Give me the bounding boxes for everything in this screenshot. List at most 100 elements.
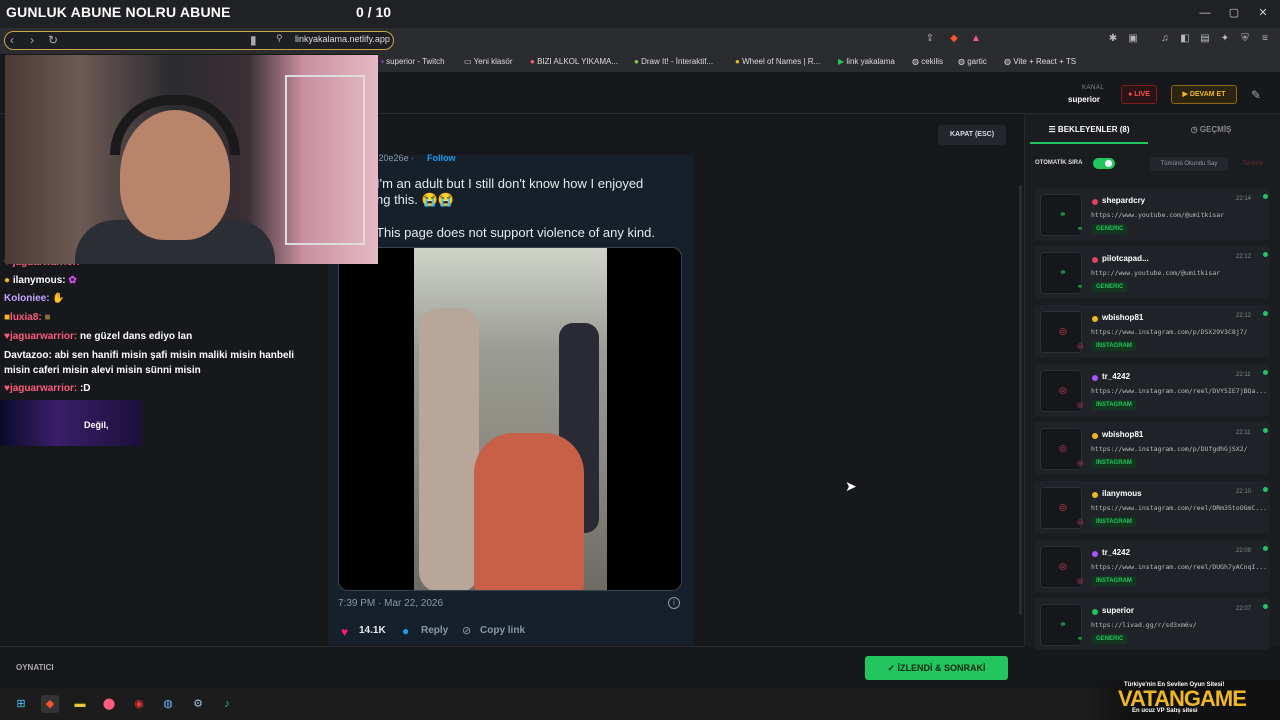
queue-item[interactable]: ◎ ◎ ilanymous 22:10 https://www.instagram.co… — [1034, 481, 1270, 533]
tweet-video[interactable] — [338, 247, 682, 591]
bookmark-item[interactable]: ▭ Yeni klasör — [464, 57, 512, 66]
clear-queue-button[interactable]: Temizle — [1233, 157, 1273, 171]
queue-item[interactable]: ◎ ◎ tr_4242 22:11 https://www.instagram.com/… — [1034, 364, 1270, 416]
bookmark-item[interactable]: ● Draw It! - İnteraktif... — [634, 57, 713, 66]
queue-user: ilanymous — [1102, 489, 1142, 498]
menu-icon[interactable]: ≡ — [1259, 33, 1271, 45]
back-icon[interactable]: ‹ — [10, 33, 14, 47]
site-settings-icon[interactable]: ⚲ — [276, 33, 283, 44]
bookmark-item[interactable]: ● BIZI ALKOL YIKAMA... — [530, 57, 618, 66]
tweet-follow-link[interactable]: Follow — [427, 153, 456, 163]
bookmark-item[interactable]: ◍ Vite + React + TS — [1004, 57, 1076, 66]
queue-thumbnail[interactable]: ◎ ◎ — [1040, 311, 1083, 353]
queue-url[interactable]: https://www.instagram.com/reel/DVY5IE7jB… — [1091, 387, 1267, 395]
queue-url[interactable]: https://www.instagram.com/p/DSX29V3C8j7/ — [1091, 328, 1267, 336]
file-explorer-icon[interactable]: ▬ — [71, 695, 89, 713]
queue-thumbnail[interactable]: ◎ ◎ — [1040, 370, 1084, 412]
queue-url[interactable]: https://www.instagram.com/p/DUfgdhGjSX2/ — [1091, 445, 1267, 453]
link-icon: ⚭ — [1059, 267, 1067, 277]
share-icon[interactable]: ⇪ — [924, 33, 936, 45]
chat-user: Davtazoo: — [4, 350, 52, 361]
media-icon[interactable]: ♫ — [1159, 33, 1171, 45]
tweet-copy-link-button[interactable]: Copy link — [480, 625, 525, 636]
instagram-icon: ◎ — [1077, 402, 1084, 409]
leo-icon[interactable]: ✦ — [1219, 33, 1231, 45]
queue-thumbnail[interactable]: ⚭ ⚭ — [1040, 604, 1083, 646]
bookmark-label: superior - Twitch — [386, 57, 445, 66]
tab-history[interactable]: ◷ GEÇMİŞ — [1152, 118, 1270, 144]
video-frame[interactable] — [414, 248, 607, 590]
queue-url[interactable]: http://www.youtube.com/@umitkisar — [1091, 269, 1267, 277]
link-icon: ⚭ — [1059, 209, 1067, 219]
screenshot-icon[interactable]: ▣ — [1127, 33, 1139, 45]
brave-rewards-icon[interactable]: ▲ — [970, 33, 982, 45]
windows-start-icon[interactable]: ⊞ — [12, 695, 30, 713]
bookmarks-bar — [378, 54, 1280, 72]
bookmark-item[interactable]: ▶ link yakalama — [838, 57, 895, 66]
scrollbar[interactable] — [1019, 185, 1022, 615]
reload-icon[interactable]: ↻ — [48, 33, 58, 47]
toggle-knob[interactable] — [1105, 160, 1112, 167]
mark-all-read-button[interactable]: Tümünü Okundu Say — [1150, 157, 1228, 171]
stream-alert-text: Değil, — [84, 420, 109, 430]
user-badge-icon — [1092, 257, 1098, 263]
queue-item[interactable]: ⚭ ⚭ superior 22:07 https://livad.gg/r/sd3xm6… — [1034, 598, 1270, 650]
live-button[interactable]: ● LIVE — [1121, 85, 1157, 104]
queue-item[interactable]: ◎ ◎ wbishop81 22:12 https://www.instagram.co… — [1034, 305, 1270, 357]
queue-thumbnail[interactable]: ⚭ ⚭ — [1040, 194, 1083, 236]
reply-icon[interactable]: ● — [402, 624, 409, 638]
queue-time: 22:08 — [1236, 548, 1252, 554]
bookmark-item[interactable]: ▪ superior - Twitch — [381, 57, 445, 66]
queue-url[interactable]: https://www.youtube.com/@umitkisar — [1091, 211, 1267, 219]
queue-time: 22:12 — [1236, 313, 1252, 319]
forward-icon[interactable]: › — [30, 33, 34, 47]
brave-shield-icon[interactable]: ◆ — [948, 33, 960, 45]
bookmark-item[interactable]: ● Wheel of Names | R... — [735, 57, 820, 66]
tweet-reply-button[interactable]: Reply — [421, 625, 448, 636]
edit-icon[interactable]: ✎ — [1251, 88, 1261, 102]
url-text[interactable]: linkyakalama.netlify.app — [295, 34, 390, 44]
resume-button[interactable]: ▶ DEVAM ET — [1171, 85, 1237, 104]
info-icon[interactable]: i — [668, 597, 680, 609]
queue-thumbnail[interactable]: ◎ ◎ — [1040, 546, 1083, 588]
globe-icon: ◍ — [1004, 57, 1011, 66]
queue-thumbnail[interactable]: ◎ ◎ — [1040, 487, 1083, 529]
app-icon[interactable]: ◍ — [159, 695, 177, 713]
extensions-icon[interactable]: ✱ — [1107, 33, 1119, 45]
vpn-icon[interactable]: ⛨ — [1239, 33, 1251, 45]
queue-item[interactable]: ◎ ◎ wbishop81 22:11 https://www.instagram.co… — [1034, 422, 1270, 474]
bookmark-label: link yakalama — [846, 57, 895, 66]
heart-icon[interactable]: ♥ — [341, 625, 348, 639]
queue-url[interactable]: https://www.instagram.com/reel/DRm35toOG… — [1091, 504, 1267, 512]
queue-item[interactable]: ⚭ ⚭ shepardcry 22:14 https://www.youtube.com… — [1034, 188, 1270, 240]
instagram-icon: ◎ — [1077, 460, 1084, 467]
bookmark-icon[interactable]: ▮ — [250, 33, 257, 47]
queue-url[interactable]: https://www.instagram.com/reel/DUGh7yACn… — [1091, 563, 1267, 571]
tweet-like-count[interactable]: 14.1K — [359, 625, 386, 636]
folder-icon: ▭ — [464, 57, 472, 66]
link-icon[interactable]: ⊘ — [462, 624, 471, 637]
maximize-icon[interactable]: ▢ — [1227, 6, 1241, 20]
bookmark-item[interactable]: ◍ cekilis — [912, 57, 943, 66]
queue-thumbnail[interactable]: ⚭ ⚭ — [1040, 252, 1083, 294]
close-player-button[interactable]: KAPAT (ESC) — [938, 125, 1006, 145]
bookmark-item[interactable]: ◍ gartic — [958, 57, 987, 66]
tweet-timestamp[interactable]: 7:39 PM · Mar 22, 2026 — [338, 598, 443, 609]
brave-icon[interactable]: ◆ — [41, 695, 59, 713]
sidebar-icon[interactable]: ◧ — [1179, 33, 1191, 45]
map-pin-icon[interactable]: ⬤ — [100, 695, 118, 713]
app-icon[interactable]: ◉ — [130, 695, 148, 713]
queue-thumbnail[interactable]: ◎ ◎ — [1040, 428, 1084, 470]
queue-item[interactable]: ◎ ◎ tr_4242 22:08 https://www.instagram.com/… — [1034, 540, 1270, 592]
watched-next-button[interactable]: ✓ İZLENDİ & SONRAKİ — [865, 656, 1008, 680]
queue-url[interactable]: https://livad.gg/r/sd3xm6v/ — [1091, 621, 1267, 629]
tab-pending[interactable]: ☰ BEKLEYENLER (8) — [1030, 118, 1148, 144]
queue-tag: GENERIC — [1092, 634, 1128, 644]
tweet-handle[interactable]: N20e26e · — [372, 153, 414, 163]
wallet-icon[interactable]: ▤ — [1199, 33, 1211, 45]
minimize-icon[interactable]: — — [1198, 6, 1212, 20]
close-icon[interactable]: ✕ — [1256, 6, 1270, 20]
spotify-icon[interactable]: ♪ — [218, 695, 236, 713]
queue-item[interactable]: ⚭ ⚭ pilotcapad... 22:12 http://www.youtube.c… — [1034, 246, 1270, 298]
steam-icon[interactable]: ⚙ — [189, 695, 207, 713]
